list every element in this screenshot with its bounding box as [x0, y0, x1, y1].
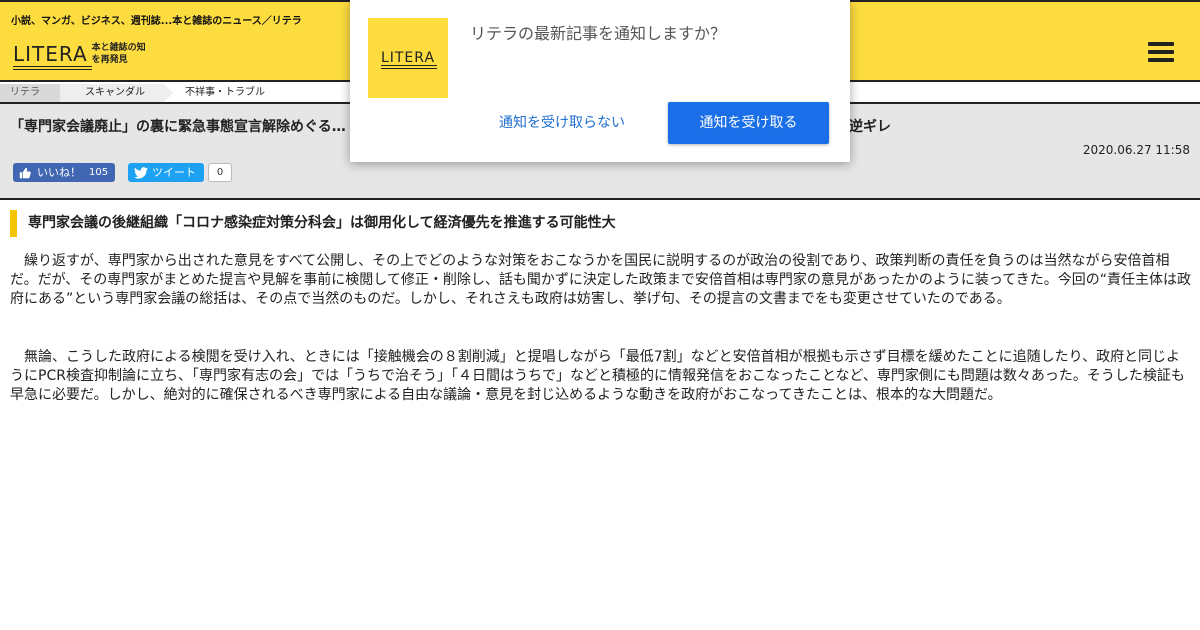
breadcrumb-item-current: 不祥事・トラブル: [185, 87, 265, 98]
logo-subtitle: 本と雑誌の知を再発見: [91, 43, 146, 65]
site-logo[interactable]: LITERA 本と雑誌の知を再発見: [13, 38, 153, 70]
like-count: 105: [89, 167, 109, 178]
accept-notifications-button[interactable]: 通知を受け取る: [668, 102, 829, 144]
tweet-label: ツイート: [152, 166, 196, 179]
thumbs-up-icon: [19, 167, 31, 178]
decline-notifications-button[interactable]: 通知を受け取らない: [490, 102, 634, 144]
tweet-button[interactable]: ツイート: [128, 163, 204, 182]
like-label: いいね！: [37, 166, 81, 179]
article-title-tail: 逆ギレ: [849, 119, 891, 135]
tweet-count: 0: [208, 163, 232, 182]
notification-prompt: LITERA リテラの最新記事を通知しますか？ 通知を受け取らない 通知を受け取…: [350, 0, 850, 162]
twitter-bird-icon: [134, 166, 148, 179]
section-heading: 専門家会議の後継組織「コロナ感染症対策分科会」は御用化して経済優先を推進する可能…: [10, 210, 616, 237]
article-date: 2020.06.27 11:58: [1082, 143, 1190, 157]
article-paragraph: 繰り返すが、専門家から出された意見をすべて公開し、その上でどのような対策をおこな…: [10, 253, 1192, 307]
notification-logo-word: LITERA: [380, 50, 438, 69]
notification-logo-icon: LITERA: [368, 18, 448, 98]
site-tagline: 小説、マンガ、ビジネス、週刊誌...本と雑誌のニュース／リテラ: [11, 16, 302, 27]
article-title-text: 「専門家会議廃止」の裏に緊急事態宣言解除めぐる…: [10, 119, 346, 135]
facebook-like-button[interactable]: いいね！ 105: [13, 163, 115, 182]
breadcrumb-item-scandal[interactable]: スキャンダル: [60, 84, 173, 102]
logo-wordmark: LITERA: [13, 42, 92, 70]
breadcrumb-item-home[interactable]: リテラ: [0, 84, 69, 102]
hamburger-menu-icon[interactable]: [1148, 42, 1174, 64]
article-paragraph: 無論、こうした政府による検閲を受け入れ、ときには「接触機会の８割削減」と提唱しな…: [10, 349, 1185, 403]
notification-message: リテラの最新記事を通知しますか？: [470, 24, 727, 43]
